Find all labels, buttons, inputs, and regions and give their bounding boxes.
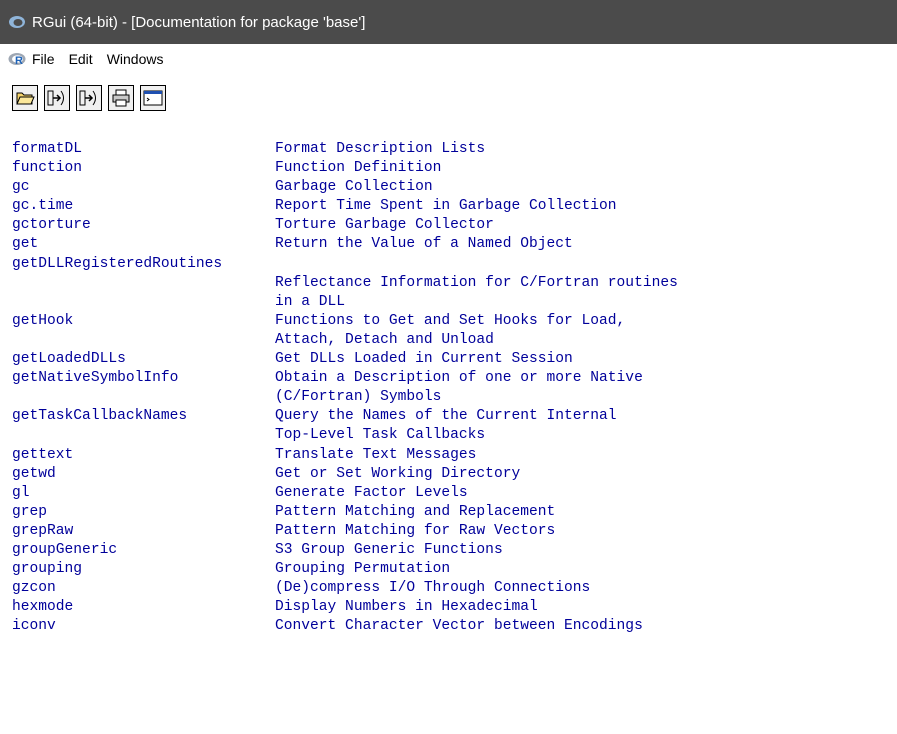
function-description[interactable]: Get DLLs Loaded in Current Session bbox=[275, 350, 897, 369]
list-item: iconv Convert Character Vector between En… bbox=[0, 617, 897, 636]
list-item: getwd Get or Set Working Directory bbox=[0, 465, 897, 484]
console-button[interactable] bbox=[140, 85, 166, 111]
function-description[interactable]: in a DLL bbox=[275, 293, 897, 312]
function-name[interactable]: gc.time bbox=[0, 197, 275, 216]
open-folder-icon bbox=[16, 92, 35, 105]
function-name[interactable] bbox=[0, 293, 275, 312]
window-title: RGui (64-bit) - [Documentation for packa… bbox=[32, 13, 366, 31]
menu-windows[interactable]: Windows bbox=[107, 51, 164, 67]
list-item: getNativeSymbolInfo Obtain a Description … bbox=[0, 369, 897, 388]
function-name[interactable]: hexmode bbox=[0, 598, 275, 617]
r-logo-icon[interactable]: R bbox=[8, 52, 26, 66]
list-item: gctorture Torture Garbage Collector bbox=[0, 216, 897, 235]
list-item: grep Pattern Matching and Replacement bbox=[0, 503, 897, 522]
list-item: get Return the Value of a Named Object bbox=[0, 235, 897, 254]
function-name[interactable]: grepRaw bbox=[0, 522, 275, 541]
save-workspace-button[interactable] bbox=[76, 85, 102, 111]
function-name[interactable]: function bbox=[0, 159, 275, 178]
function-name[interactable]: gettext bbox=[0, 446, 275, 465]
function-name[interactable] bbox=[0, 388, 275, 407]
list-item: getTaskCallbackNames Query the Names of t… bbox=[0, 407, 897, 426]
function-name[interactable]: groupGeneric bbox=[0, 541, 275, 560]
function-description[interactable]: Attach, Detach and Unload bbox=[275, 331, 897, 350]
list-item: gl Generate Factor Levels bbox=[0, 484, 897, 503]
function-name[interactable]: getNativeSymbolInfo bbox=[0, 369, 275, 388]
title-bar: RGui (64-bit) - [Documentation for packa… bbox=[0, 0, 897, 44]
function-description[interactable]: Generate Factor Levels bbox=[275, 484, 897, 503]
toolbar bbox=[0, 76, 897, 120]
function-name[interactable] bbox=[0, 274, 275, 293]
function-description[interactable]: Top-Level Task Callbacks bbox=[275, 426, 897, 445]
function-description[interactable]: Functions to Get and Set Hooks for Load, bbox=[275, 312, 897, 331]
function-name[interactable] bbox=[0, 331, 275, 350]
function-name[interactable]: getTaskCallbackNames bbox=[0, 407, 275, 426]
help-index-list[interactable]: formatDL Format Description Lists functio… bbox=[0, 140, 897, 734]
menu-edit[interactable]: Edit bbox=[69, 51, 93, 67]
list-item: getDLLRegisteredRoutines bbox=[0, 255, 897, 274]
function-description[interactable]: Pattern Matching and Replacement bbox=[275, 503, 897, 522]
list-item: hexmode Display Numbers in Hexadecimal bbox=[0, 598, 897, 617]
function-name[interactable]: getHook bbox=[0, 312, 275, 331]
list-item: Attach, Detach and Unload bbox=[0, 331, 897, 350]
function-name[interactable] bbox=[0, 426, 275, 445]
menu-file[interactable]: File bbox=[32, 51, 55, 67]
function-description[interactable]: Torture Garbage Collector bbox=[275, 216, 897, 235]
function-name[interactable]: getLoadedDLLs bbox=[0, 350, 275, 369]
function-description[interactable]: Obtain a Description of one or more Nati… bbox=[275, 369, 897, 388]
list-item: Top-Level Task Callbacks bbox=[0, 426, 897, 445]
function-name[interactable]: iconv bbox=[0, 617, 275, 636]
function-description[interactable]: Translate Text Messages bbox=[275, 446, 897, 465]
function-name[interactable]: formatDL bbox=[0, 140, 275, 159]
function-description[interactable]: Reflectance Information for C/Fortran ro… bbox=[275, 274, 897, 293]
function-description[interactable]: Garbage Collection bbox=[275, 178, 897, 197]
svg-text:R: R bbox=[15, 55, 23, 66]
print-icon bbox=[112, 89, 130, 107]
open-folder-button[interactable] bbox=[12, 85, 38, 111]
list-item: gettext Translate Text Messages bbox=[0, 446, 897, 465]
function-description[interactable]: Return the Value of a Named Object bbox=[275, 235, 897, 254]
save-workspace-icon bbox=[79, 90, 96, 106]
function-name[interactable]: gl bbox=[0, 484, 275, 503]
load-workspace-button[interactable] bbox=[44, 85, 70, 111]
function-description[interactable]: (De)compress I/O Through Connections bbox=[275, 579, 897, 598]
function-description[interactable]: S3 Group Generic Functions bbox=[275, 541, 897, 560]
function-name[interactable]: gzcon bbox=[0, 579, 275, 598]
function-description[interactable]: Report Time Spent in Garbage Collection bbox=[275, 197, 897, 216]
list-item: getLoadedDLLs Get DLLs Loaded in Current … bbox=[0, 350, 897, 369]
function-description[interactable]: Pattern Matching for Raw Vectors bbox=[275, 522, 897, 541]
function-description[interactable]: Format Description Lists bbox=[275, 140, 897, 159]
list-item: in a DLL bbox=[0, 293, 897, 312]
load-workspace-icon bbox=[47, 90, 64, 106]
console-icon bbox=[143, 90, 163, 106]
function-description[interactable]: Function Definition bbox=[275, 159, 897, 178]
function-description[interactable]: Get or Set Working Directory bbox=[275, 465, 897, 484]
function-name[interactable]: gctorture bbox=[0, 216, 275, 235]
list-item: gzcon (De)compress I/O Through Connection… bbox=[0, 579, 897, 598]
function-description[interactable]: Display Numbers in Hexadecimal bbox=[275, 598, 897, 617]
list-item: groupGeneric S3 Group Generic Functions bbox=[0, 541, 897, 560]
function-name[interactable]: gc bbox=[0, 178, 275, 197]
function-description[interactable]: (C/Fortran) Symbols bbox=[275, 388, 897, 407]
list-item: grouping Grouping Permutation bbox=[0, 560, 897, 579]
function-name[interactable]: grouping bbox=[0, 560, 275, 579]
function-description[interactable]: Grouping Permutation bbox=[275, 560, 897, 579]
list-item: getHook Functions to Get and Set Hooks fo… bbox=[0, 312, 897, 331]
function-description[interactable]: Query the Names of the Current Internal bbox=[275, 407, 897, 426]
list-item: Reflectance Information for C/Fortran ro… bbox=[0, 274, 897, 293]
function-description[interactable] bbox=[275, 255, 897, 274]
list-item: grepRaw Pattern Matching for Raw Vectors bbox=[0, 522, 897, 541]
list-item: formatDL Format Description Lists bbox=[0, 140, 897, 159]
list-item: function Function Definition bbox=[0, 159, 897, 178]
function-name[interactable]: grep bbox=[0, 503, 275, 522]
function-name[interactable]: get bbox=[0, 235, 275, 254]
list-item: gc Garbage Collection bbox=[0, 178, 897, 197]
function-description[interactable]: Convert Character Vector between Encodin… bbox=[275, 617, 897, 636]
list-item: (C/Fortran) Symbols bbox=[0, 388, 897, 407]
rgui-app-icon bbox=[9, 16, 25, 28]
list-item: gc.time Report Time Spent in Garbage Coll… bbox=[0, 197, 897, 216]
menu-bar: R File Edit Windows bbox=[0, 44, 897, 74]
print-button[interactable] bbox=[108, 85, 134, 111]
function-name[interactable]: getwd bbox=[0, 465, 275, 484]
function-name[interactable]: getDLLRegisteredRoutines bbox=[0, 255, 275, 274]
